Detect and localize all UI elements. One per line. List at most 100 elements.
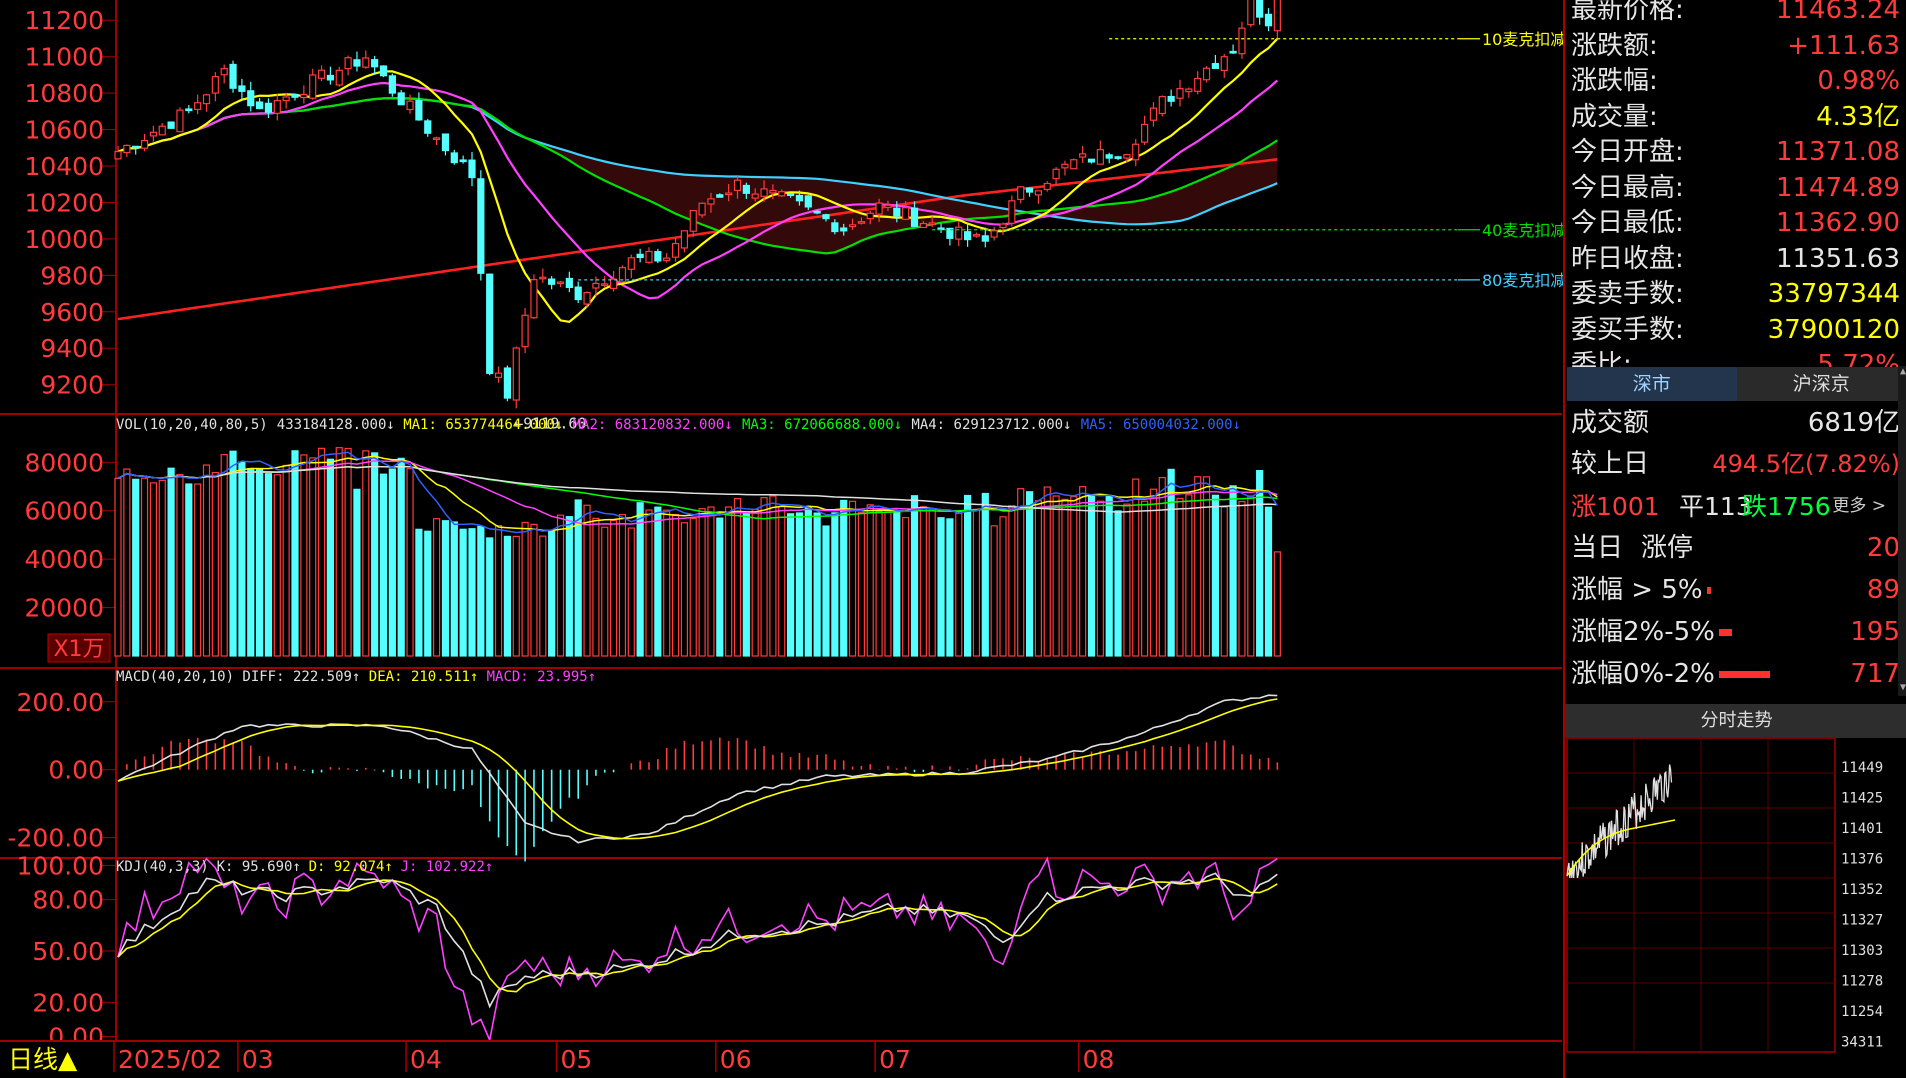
up-label: 涨 [1571, 492, 1597, 521]
volume-bar [786, 513, 795, 657]
volume-bar [1202, 476, 1211, 657]
candle-body [609, 278, 618, 290]
candle-body [371, 59, 379, 68]
volume-bar [167, 467, 175, 657]
volume-bar [972, 508, 981, 657]
intraday-tick-label: 11376 [1841, 852, 1883, 868]
period-selector[interactable]: 日线▲ [8, 1045, 78, 1074]
candle-body [972, 234, 981, 237]
volume-bar [725, 506, 733, 657]
candle-body [1185, 88, 1193, 93]
candle-body [273, 100, 281, 114]
volume-bar [716, 517, 724, 657]
stats-scrollbar[interactable]: ▲ ▼ [1898, 366, 1906, 696]
volume-bar [1087, 494, 1096, 657]
candle-body [1211, 63, 1220, 69]
candle-body [654, 251, 662, 262]
range-label-1: 涨幅 > 5% [1571, 575, 1703, 605]
volume-bar [503, 535, 511, 657]
volume-bar [769, 495, 777, 657]
candle-body [1229, 50, 1237, 54]
volume-bar [857, 512, 866, 657]
tab-shenzhen[interactable]: 深市 [1567, 367, 1737, 401]
volume-bar [999, 516, 1007, 657]
candle-body [707, 198, 715, 205]
kline-chart-area[interactable]: 11200 11000 10800 10600 10400 10200 10000 9800 9… [0, 0, 1563, 1078]
quote-value: 11474.89 [1775, 172, 1900, 203]
volume-bar [893, 511, 901, 657]
volume-bar [353, 488, 361, 657]
vs-prev-label: 较上日 [1571, 449, 1650, 479]
volume-bar [548, 530, 556, 657]
intraday-tick-label: 11449 [1841, 760, 1883, 776]
volume-bar [636, 502, 644, 657]
candle-body [689, 209, 697, 232]
deduct-annotation: 10麦克扣减 [1482, 30, 1563, 49]
volume-bar [441, 520, 450, 657]
volume-bar [282, 464, 290, 657]
candle-body [813, 210, 821, 214]
month-label: 08 [1083, 1045, 1115, 1074]
candle-body [459, 159, 467, 163]
candle-body [114, 150, 122, 160]
volume-bar [609, 519, 618, 657]
volume-bar [1052, 495, 1060, 657]
macd-tick-label: 200.00 [17, 688, 104, 717]
candle-body [202, 94, 211, 105]
volume-bar [521, 521, 529, 657]
candle-body [592, 282, 600, 289]
intraday-chart[interactable]: 11449 11425 11401 11376 11352 11327 11303 11278… [1565, 738, 1906, 1078]
candle-body [1070, 159, 1078, 170]
candle-body [123, 144, 131, 154]
scroll-up-icon[interactable]: ▲ [1898, 366, 1906, 380]
candle-body [194, 102, 202, 111]
price-tick-label: 10000 [24, 225, 104, 254]
candle-body [990, 230, 998, 238]
volume-bar [955, 512, 963, 657]
kline-chart-svg[interactable]: 11200 11000 10800 10600 10400 10200 10000 9800 9… [0, 0, 1563, 1078]
candle-body [910, 207, 919, 227]
candle-body [317, 69, 326, 79]
volume-bar [149, 482, 157, 657]
candle-body [601, 283, 609, 286]
kdj-header-item: KDJ(40,3,3) [116, 859, 209, 875]
volume-bar [229, 450, 237, 657]
volume-bar [990, 525, 998, 657]
more-button[interactable]: 更多 > [1832, 489, 1886, 524]
volume-bar [1114, 510, 1122, 657]
macd-header-item: MACD: 23.995↑ [487, 669, 597, 685]
volume-bar [1238, 501, 1246, 657]
turnover-value: 6819亿 [1807, 408, 1900, 438]
candle-body [1008, 200, 1016, 224]
market-tabs: 深市 沪深京 [1567, 367, 1906, 401]
volume-bar [1043, 486, 1051, 657]
volume-bar [1079, 486, 1087, 657]
volume-bar [433, 518, 441, 657]
intraday-tick-label: 11254 [1841, 1004, 1883, 1020]
volume-bar [140, 477, 149, 657]
candle-body [300, 93, 308, 99]
candle-body [725, 192, 733, 196]
candle-body [822, 214, 830, 220]
volume-bar [601, 526, 609, 657]
quote-value: 4.33亿 [1816, 101, 1900, 132]
quote-label: 今日开盘: [1571, 137, 1684, 167]
price-tick-label: 9200 [40, 371, 104, 400]
intraday-title[interactable]: 分时走势 [1565, 704, 1906, 738]
volume-bar [132, 478, 140, 657]
time-axis-bg [0, 1040, 1562, 1078]
volume-bar [848, 500, 857, 657]
range-row-3: 涨幅0%-2% 717 [1571, 657, 1900, 692]
month-label: 2025/02 [118, 1045, 222, 1074]
candle-body [362, 57, 370, 68]
volume-bar [1167, 468, 1175, 657]
candle-body [795, 194, 804, 202]
volume-bar [1096, 500, 1104, 657]
volume-bar [804, 506, 812, 657]
quote-row: 今日最低: 11362.90 [1571, 206, 1900, 241]
candle-body [733, 179, 742, 191]
scroll-down-icon[interactable]: ▼ [1898, 682, 1906, 696]
tab-all-markets[interactable]: 沪深京 [1736, 367, 1906, 401]
volume-bar [247, 468, 255, 657]
kdj-header-item: K: 95.690↑ [217, 859, 301, 875]
